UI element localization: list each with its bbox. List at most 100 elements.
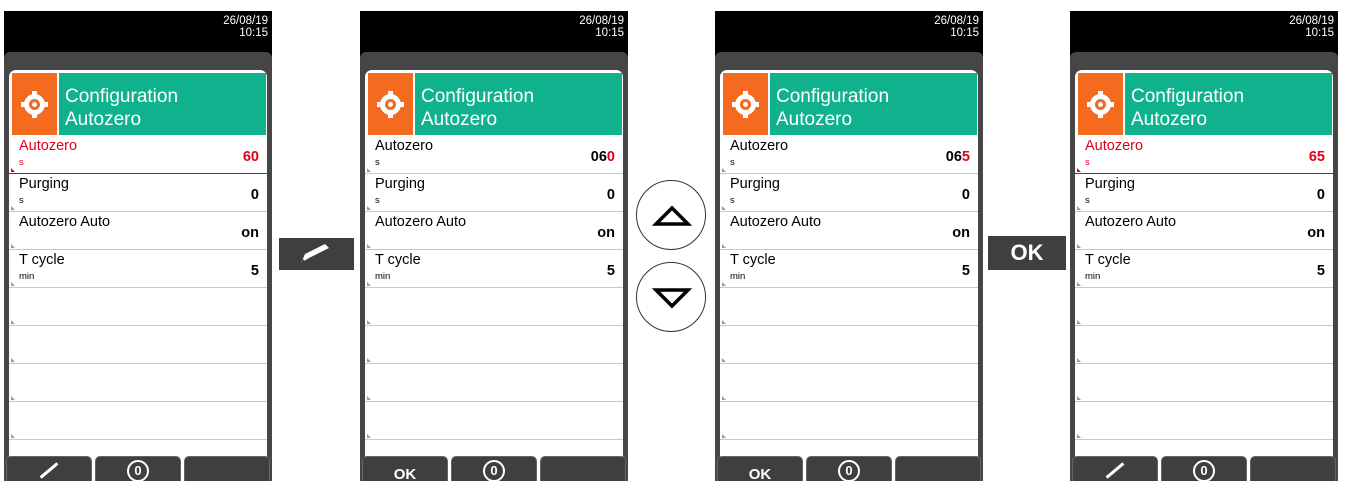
time-text: 10:15 bbox=[595, 27, 624, 39]
zero-icon: 0 bbox=[1193, 460, 1215, 481]
softkey-blank[interactable] bbox=[895, 456, 981, 481]
arrow-up-icon bbox=[651, 205, 693, 226]
setting-unit: s bbox=[19, 157, 24, 168]
softkey-blank[interactable] bbox=[1250, 456, 1336, 481]
setting-label: Autozero bbox=[730, 138, 789, 154]
setting-row[interactable]: Autozero s 065 bbox=[720, 136, 978, 174]
menu-panel: Configuration Autozero Autozero s 065 Purging… bbox=[720, 70, 978, 481]
setting-unit: s bbox=[1085, 195, 1090, 206]
softkey-blank[interactable] bbox=[540, 456, 626, 481]
softkey-edit[interactable] bbox=[6, 456, 92, 481]
menu-title: Configuration Autozero bbox=[59, 73, 266, 135]
empty-row bbox=[9, 364, 267, 402]
setting-value: 60 bbox=[243, 149, 259, 165]
menu-title-line2: Autozero bbox=[65, 109, 142, 130]
menu-panel: Configuration Autozero Autozero s 60 Purging s… bbox=[9, 70, 267, 481]
setting-value-digits: 5 bbox=[1316, 263, 1325, 279]
setting-label: Autozero Auto bbox=[730, 214, 822, 230]
menu-title-line1: Configuration bbox=[776, 86, 890, 107]
softkey-bar: OK 0 bbox=[360, 456, 628, 481]
empty-row bbox=[1075, 326, 1333, 364]
setting-label: T cycle bbox=[730, 252, 776, 268]
setting-value-digits: on bbox=[597, 225, 615, 241]
menu-title-line1: Configuration bbox=[65, 86, 179, 107]
setting-row[interactable]: Autozero Auto on bbox=[1075, 212, 1333, 250]
setting-label: Autozero Auto bbox=[19, 214, 111, 230]
ok-key-button[interactable]: OK bbox=[988, 236, 1066, 270]
settings-list: Autozero s 60 Purging s 0 Autozero Auto on T cyc… bbox=[9, 136, 267, 440]
setting-row[interactable]: T cycle min 5 bbox=[365, 250, 623, 288]
softkey-blank[interactable] bbox=[184, 456, 270, 481]
setting-row[interactable]: Autozero Auto on bbox=[9, 212, 267, 250]
settings-list: Autozero s 060 Purging s 0 Autozero Auto on T cy… bbox=[365, 136, 623, 440]
softkey-bar: 0 bbox=[1070, 456, 1338, 481]
date-time: 26/08/19 10:15 bbox=[223, 15, 268, 39]
setting-label: Purging bbox=[375, 176, 425, 192]
setting-label: Autozero bbox=[1085, 138, 1144, 154]
setting-label: Purging bbox=[19, 176, 69, 192]
empty-row bbox=[1075, 364, 1333, 402]
menu-title-line1: Configuration bbox=[421, 86, 535, 107]
device-screen-1: 26/08/19 10:15 Configuration Autozero Autoze… bbox=[4, 11, 272, 481]
arrow-up-button[interactable] bbox=[636, 180, 706, 250]
gear-icon bbox=[12, 73, 57, 135]
screen-frame: Configuration Autozero Autozero s 065 Purging… bbox=[715, 52, 983, 481]
setting-row[interactable]: Purging s 0 bbox=[365, 174, 623, 212]
softkey-edit[interactable] bbox=[1072, 456, 1158, 481]
setting-row[interactable]: T cycle min 5 bbox=[9, 250, 267, 288]
setting-row[interactable]: Autozero s 060 bbox=[365, 136, 623, 174]
softkey-zero[interactable]: 0 bbox=[95, 456, 181, 481]
setting-label: T cycle bbox=[19, 252, 65, 268]
setting-value: 5 bbox=[1317, 263, 1325, 279]
setting-unit: s bbox=[730, 157, 735, 168]
setting-label: Autozero Auto bbox=[1085, 214, 1177, 230]
setting-unit: min bbox=[1085, 271, 1101, 282]
setting-row[interactable]: Autozero Auto on bbox=[720, 212, 978, 250]
setting-unit: min bbox=[730, 271, 746, 282]
setting-label: Autozero bbox=[19, 138, 78, 154]
device-screen-4: 26/08/19 10:15 Configuration Autozero Autoze… bbox=[1070, 11, 1338, 481]
setting-label: Autozero bbox=[375, 138, 434, 154]
settings-list: Autozero s 065 Purging s 0 Autozero Auto on T cy… bbox=[720, 136, 978, 440]
setting-row[interactable]: T cycle min 5 bbox=[720, 250, 978, 288]
softkey-bar: 0 bbox=[4, 456, 272, 481]
empty-row bbox=[720, 326, 978, 364]
setting-label: Autozero Auto bbox=[375, 214, 467, 230]
setting-value-digits: 65 bbox=[1308, 149, 1325, 165]
setting-row[interactable]: Purging s 0 bbox=[1075, 174, 1333, 212]
setting-row[interactable]: T cycle min 5 bbox=[1075, 250, 1333, 288]
setting-row[interactable]: Autozero s 65 bbox=[1075, 136, 1333, 174]
setting-unit: s bbox=[375, 195, 380, 206]
softkey-zero[interactable]: 0 bbox=[451, 456, 537, 481]
softkey-zero[interactable]: 0 bbox=[806, 456, 892, 481]
time-text: 10:15 bbox=[950, 27, 979, 39]
softkey-bar: OK 0 bbox=[715, 456, 983, 481]
softkey-ok[interactable]: OK bbox=[717, 456, 803, 481]
setting-value-digits: 0 bbox=[606, 187, 615, 203]
softkey-zero[interactable]: 0 bbox=[1161, 456, 1247, 481]
setting-value: 0 bbox=[251, 187, 259, 203]
setting-value-digits: 06 bbox=[590, 149, 607, 165]
setting-value-digits: on bbox=[1307, 225, 1325, 241]
menu-title: Configuration Autozero bbox=[415, 73, 622, 135]
date-time: 26/08/19 10:15 bbox=[934, 15, 979, 39]
setting-row[interactable]: Autozero s 60 bbox=[9, 136, 267, 174]
setting-row[interactable]: Purging s 0 bbox=[720, 174, 978, 212]
edit-key-button[interactable] bbox=[279, 238, 354, 270]
menu-panel: Configuration Autozero Autozero s 65 Purging s… bbox=[1075, 70, 1333, 481]
empty-row bbox=[720, 402, 978, 440]
date-text: 26/08/19 bbox=[934, 15, 979, 27]
gear-icon bbox=[368, 73, 413, 135]
setting-row[interactable]: Autozero Auto on bbox=[365, 212, 623, 250]
setting-value-digits: on bbox=[241, 225, 259, 241]
empty-row bbox=[365, 288, 623, 326]
pencil-icon bbox=[1105, 462, 1125, 479]
setting-row[interactable]: Purging s 0 bbox=[9, 174, 267, 212]
softkey-ok[interactable]: OK bbox=[362, 456, 448, 481]
menu-header: Configuration Autozero bbox=[723, 73, 977, 135]
setting-unit: min bbox=[375, 271, 391, 282]
empty-row bbox=[365, 402, 623, 440]
empty-row bbox=[9, 402, 267, 440]
setting-value-digits: on bbox=[952, 225, 970, 241]
arrow-down-button[interactable] bbox=[636, 262, 706, 332]
